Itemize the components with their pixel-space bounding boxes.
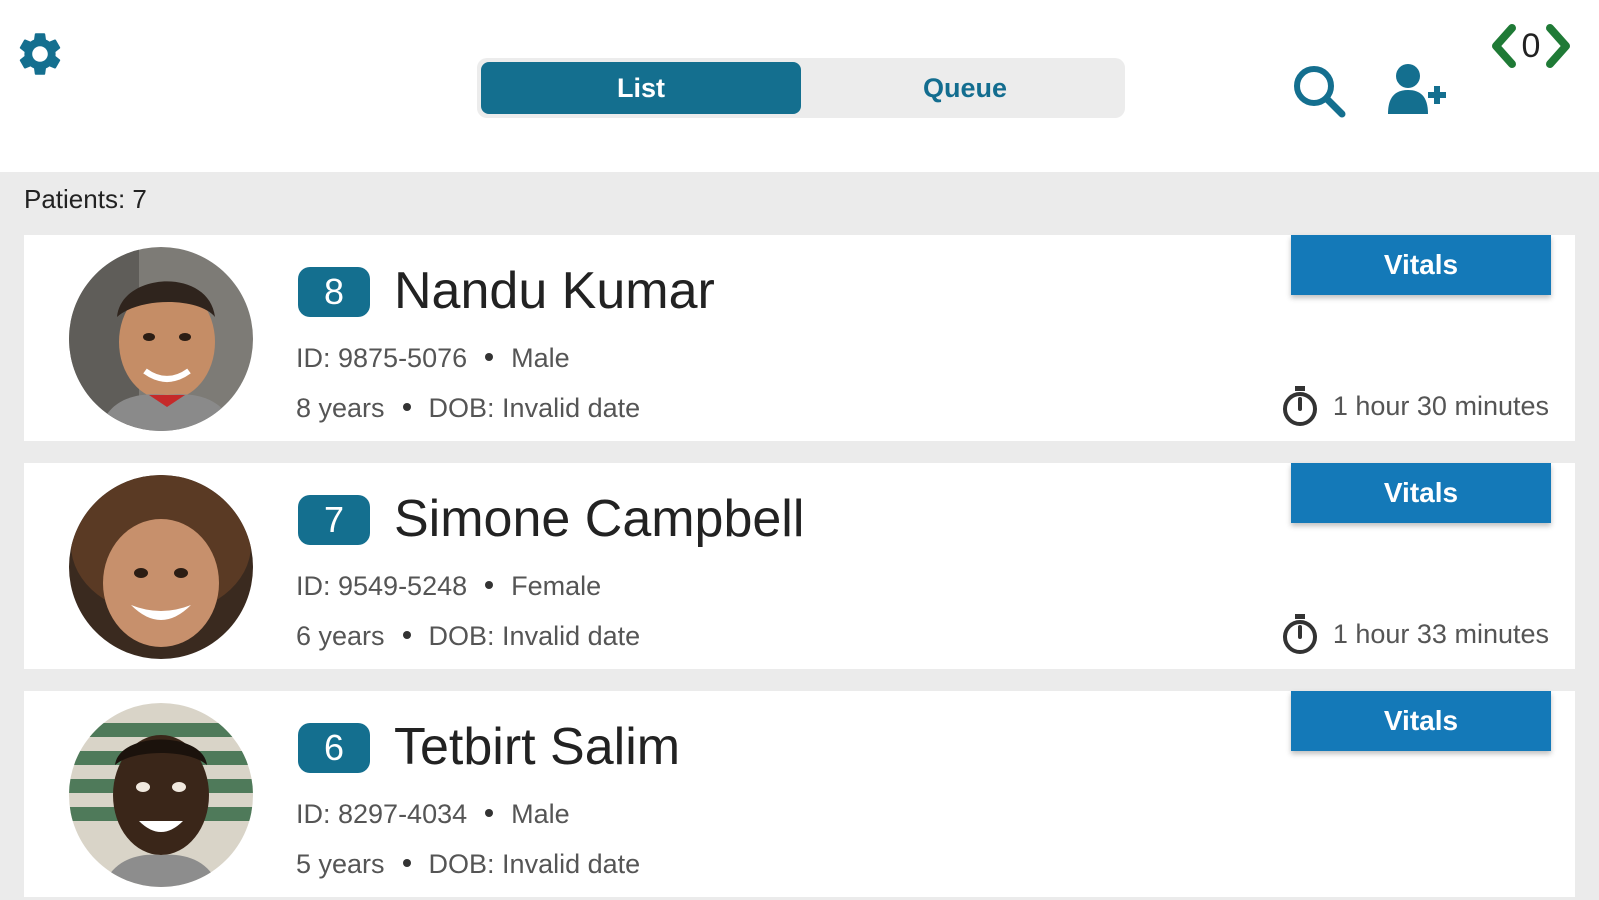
wait-time-label: 1 hour 33 minutes [1332,618,1549,649]
patient-id: ID: 8297-4034 [296,799,468,829]
vitals-button[interactable]: Vitals [1291,463,1551,523]
patient-name: Simone Campbell [394,490,805,548]
add-patient-user-plus-icon[interactable] [1386,62,1448,116]
tab-queue[interactable]: Queue [805,58,1125,118]
chevron-right-icon [1546,24,1571,68]
patient-dob: DOB: Invalid date [428,849,641,879]
wait-time: 1 hour 30 minutes [1281,385,1549,427]
patient-age: 5 years [296,849,385,879]
queue-number-badge: 6 [298,723,370,773]
patient-age: 8 years [296,393,385,423]
settings-gear-icon[interactable] [14,28,66,80]
patient-photo-avatar [69,247,253,431]
patient-card[interactable]: 8 Nandu Kumar ID: 9875-5076 Male 8 years D… [24,235,1575,441]
queue-number-badge: 8 [298,267,370,317]
patient-dob: DOB: Invalid date [428,621,641,651]
vitals-button[interactable]: Vitals [1291,235,1551,295]
patient-age: 6 years [296,621,385,651]
wait-time: 1 hour 33 minutes [1281,613,1549,655]
patient-age-dob: 6 years DOB: Invalid date [296,621,640,652]
code-count: 0 [1521,26,1541,65]
patient-id: ID: 9549-5248 [296,571,468,601]
patient-name: Nandu Kumar [394,262,715,320]
view-toggle: List Queue [477,58,1125,118]
tab-list[interactable]: List [481,62,801,114]
code-sync-indicator[interactable]: 0 [1482,18,1580,74]
patient-id-gender: ID: 8297-4034 Male [296,799,570,830]
patient-photo-avatar [69,703,253,887]
patient-id-gender: ID: 9549-5248 Female [296,571,601,602]
stopwatch-icon [1282,386,1317,426]
patients-count: Patients: 7 [24,184,147,214]
vitals-button[interactable]: Vitals [1291,691,1551,751]
patient-card[interactable]: 6 Tetbirt Salim ID: 8297-4034 Male 5 year… [24,691,1575,897]
patient-gender: Male [511,343,570,373]
patient-id: ID: 9875-5076 [296,343,468,373]
chevron-left-icon [1491,24,1516,68]
wait-time-label: 1 hour 30 minutes [1332,390,1549,421]
patient-age-dob: 5 years DOB: Invalid date [296,849,640,880]
patient-gender: Female [511,571,602,601]
patient-dob: DOB: Invalid date [428,393,641,423]
search-icon[interactable] [1290,62,1348,120]
separator-dot [485,581,494,590]
stopwatch-icon [1282,614,1317,654]
queue-number-badge: 7 [298,495,370,545]
patient-age-dob: 8 years DOB: Invalid date [296,393,640,424]
patient-gender: Male [511,799,570,829]
separator-dot [402,859,411,868]
separator-dot [402,631,411,640]
patient-id-gender: ID: 9875-5076 Male [296,343,570,374]
separator-dot [485,353,494,362]
patient-photo-avatar [69,475,253,659]
patient-card[interactable]: 7 Simone Campbell ID: 9549-5248 Female 6 … [24,463,1575,669]
top-bar: List Queue 0 [0,0,1599,172]
separator-dot [485,809,494,818]
separator-dot [402,403,411,412]
patient-name: Tetbirt Salim [394,718,681,776]
